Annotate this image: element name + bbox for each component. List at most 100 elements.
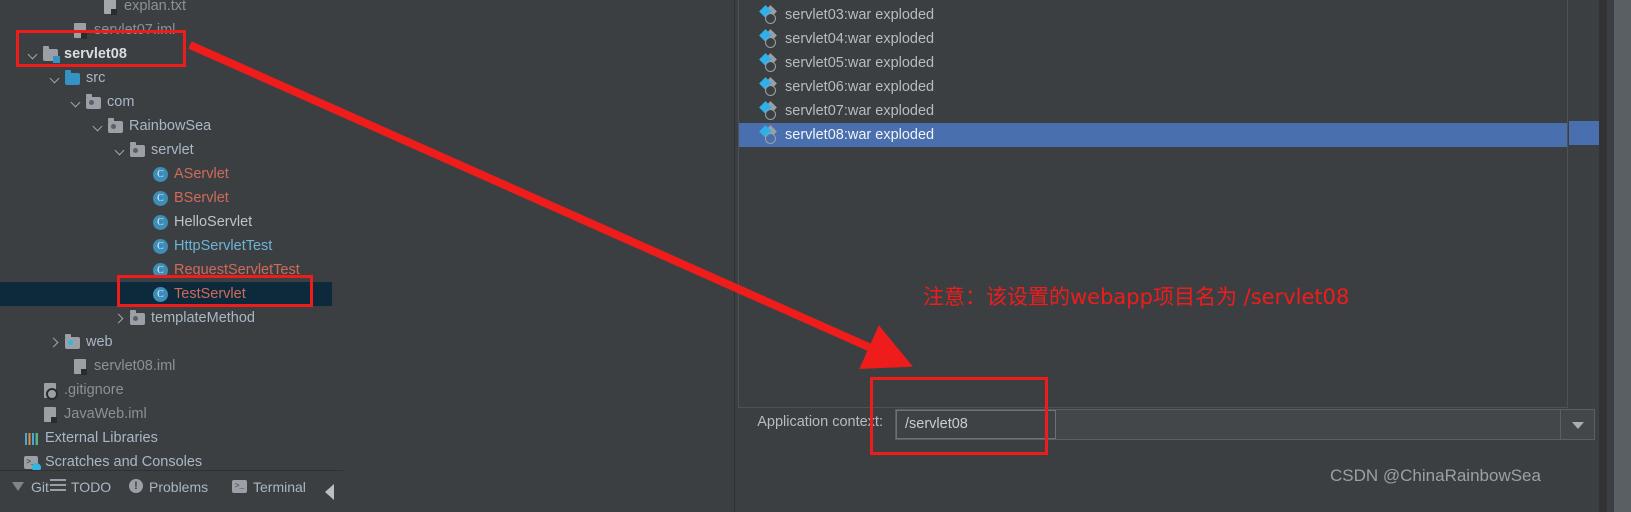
tree-item-rainbowsea[interactable]: RainbowSea xyxy=(0,114,332,138)
tree-item-src[interactable]: src xyxy=(0,66,332,90)
deployment-item-label: servlet05:war exploded xyxy=(785,55,935,71)
tree-item-external-libraries[interactable]: External Libraries xyxy=(0,426,332,450)
tree-item-javaweb-iml[interactable]: JavaWeb.iml xyxy=(0,402,332,426)
tree-item-label: web xyxy=(86,333,113,350)
tool-window-terminal[interactable]: >_ Terminal xyxy=(232,479,306,495)
tree-item-servlet08-iml[interactable]: servlet08.iml xyxy=(0,354,332,378)
chevron-down-icon[interactable] xyxy=(27,48,40,61)
tool-window-bar[interactable]: Git TODO Problems >_ Terminal xyxy=(0,470,343,512)
window-edge-strip-mid xyxy=(1607,0,1614,512)
tree-item-scratches-and-consoles[interactable]: >_ Scratches and Consoles xyxy=(0,450,332,470)
tree-item-com[interactable]: com xyxy=(0,90,332,114)
tree-item-label: servlet08.iml xyxy=(94,357,176,374)
artifact-war-icon xyxy=(759,76,779,96)
tree-item-label: RainbowSea xyxy=(129,117,212,134)
chevron-down-icon[interactable] xyxy=(1560,410,1594,439)
artifact-war-icon xyxy=(759,100,779,120)
tree-item-requestservlettest[interactable]: C RequestServletTest xyxy=(0,258,332,282)
tree-item-templatemethod[interactable]: templateMethod xyxy=(0,306,332,330)
deployment-item-servlet07[interactable]: servlet07:war exploded xyxy=(739,99,1567,123)
tree-item-label: HelloServlet xyxy=(174,213,253,230)
deployment-item-servlet05[interactable]: servlet05:war exploded xyxy=(739,51,1567,75)
tree-item-label: servlet08 xyxy=(64,45,127,62)
tree-item-label: BServlet xyxy=(174,189,229,206)
chevron-right-icon[interactable] xyxy=(49,336,62,349)
tree-item-servlet08[interactable]: servlet08 xyxy=(0,42,332,66)
project-tree-panel[interactable]: explan.txt servlet07.iml servlet08 src com Ra… xyxy=(0,0,332,470)
chevron-right-icon[interactable] xyxy=(114,312,127,325)
tree-item-label: com xyxy=(107,93,135,110)
tree-item-helloservlet[interactable]: C HelloServlet xyxy=(0,210,332,234)
file-iml-icon xyxy=(72,358,89,375)
deployment-item-label: servlet08:war exploded xyxy=(785,127,935,143)
folder-package-icon xyxy=(129,141,146,159)
artifact-war-icon xyxy=(759,4,779,24)
tool-window-label: Problems xyxy=(149,479,209,495)
tree-item-explan-txt[interactable]: explan.txt xyxy=(0,0,332,18)
java-class-icon: C xyxy=(152,286,169,303)
tree-item-httpservlettest[interactable]: C HttpServletTest xyxy=(0,234,332,258)
scratches-icon: >_ xyxy=(23,454,41,470)
tree-item-label: AServlet xyxy=(174,165,229,182)
csdn-watermark: CSDN @ChinaRainbowSea xyxy=(1330,466,1541,485)
tree-item-label: External Libraries xyxy=(45,429,158,446)
tree-item-label: TestServlet xyxy=(174,285,246,302)
tree-item-bservlet[interactable]: C BServlet xyxy=(0,186,332,210)
folder-src-icon xyxy=(64,69,81,87)
pane-divider[interactable] xyxy=(734,0,735,512)
folder-package-icon xyxy=(107,117,124,135)
tree-item-label: src xyxy=(86,69,106,86)
deployment-item-servlet08[interactable]: servlet08:war exploded xyxy=(739,123,1567,147)
tree-item-label: servlet07.iml xyxy=(94,21,176,38)
tree-item-label: HttpServletTest xyxy=(174,237,273,254)
chevron-down-icon[interactable] xyxy=(92,120,105,133)
chevron-down-icon[interactable] xyxy=(114,144,127,157)
tree-item-aservlet[interactable]: C AServlet xyxy=(0,162,332,186)
tree-item-servlet[interactable]: servlet xyxy=(0,138,332,162)
tree-item-label: servlet xyxy=(151,141,194,158)
chevron-down-icon[interactable] xyxy=(49,72,62,85)
tree-item--gitignore[interactable]: .gitignore xyxy=(0,378,332,402)
todo-icon xyxy=(50,479,66,495)
artifact-war-icon xyxy=(759,28,779,48)
tool-window-label: Git xyxy=(31,479,49,495)
tool-window-problems[interactable]: Problems xyxy=(128,479,208,495)
tool-window-git[interactable]: Git xyxy=(10,479,49,495)
deployment-item-label: servlet07:war exploded xyxy=(785,103,935,119)
sidebar-scrollbar-track[interactable] xyxy=(332,0,673,470)
deployment-item-servlet06[interactable]: servlet06:war exploded xyxy=(739,75,1567,99)
tree-item-testservlet[interactable]: C TestServlet xyxy=(0,282,332,306)
application-context-input[interactable]: /servlet08 xyxy=(896,410,1056,439)
deployment-item-servlet04[interactable]: servlet04:war exploded xyxy=(739,27,1567,51)
tree-item-label: templateMethod xyxy=(151,309,255,326)
chevron-down-icon[interactable] xyxy=(70,96,83,109)
tool-bar-more-icon[interactable] xyxy=(325,484,334,500)
file-iml-icon xyxy=(72,22,89,39)
deployment-list[interactable]: servlet03:war exploded servlet04:war expl… xyxy=(738,0,1568,408)
problems-icon xyxy=(128,479,144,495)
folder-web-icon xyxy=(64,333,81,351)
tree-item-servlet07-iml[interactable]: servlet07.iml xyxy=(0,18,332,42)
tree-item-label: Scratches and Consoles xyxy=(45,453,203,470)
tree-item-web[interactable]: web xyxy=(0,330,332,354)
editor-pane xyxy=(343,0,735,512)
tree-item-label: .gitignore xyxy=(64,381,124,398)
tool-window-todo[interactable]: TODO xyxy=(50,479,111,495)
file-iml-icon xyxy=(42,406,59,423)
git-icon xyxy=(10,479,26,495)
file-gitignore-icon xyxy=(42,382,59,400)
java-class-icon: C xyxy=(152,262,169,279)
deployment-item-servlet03[interactable]: servlet03:war exploded xyxy=(739,3,1567,27)
java-class-icon: C xyxy=(152,190,169,207)
artifact-war-icon xyxy=(759,52,779,72)
